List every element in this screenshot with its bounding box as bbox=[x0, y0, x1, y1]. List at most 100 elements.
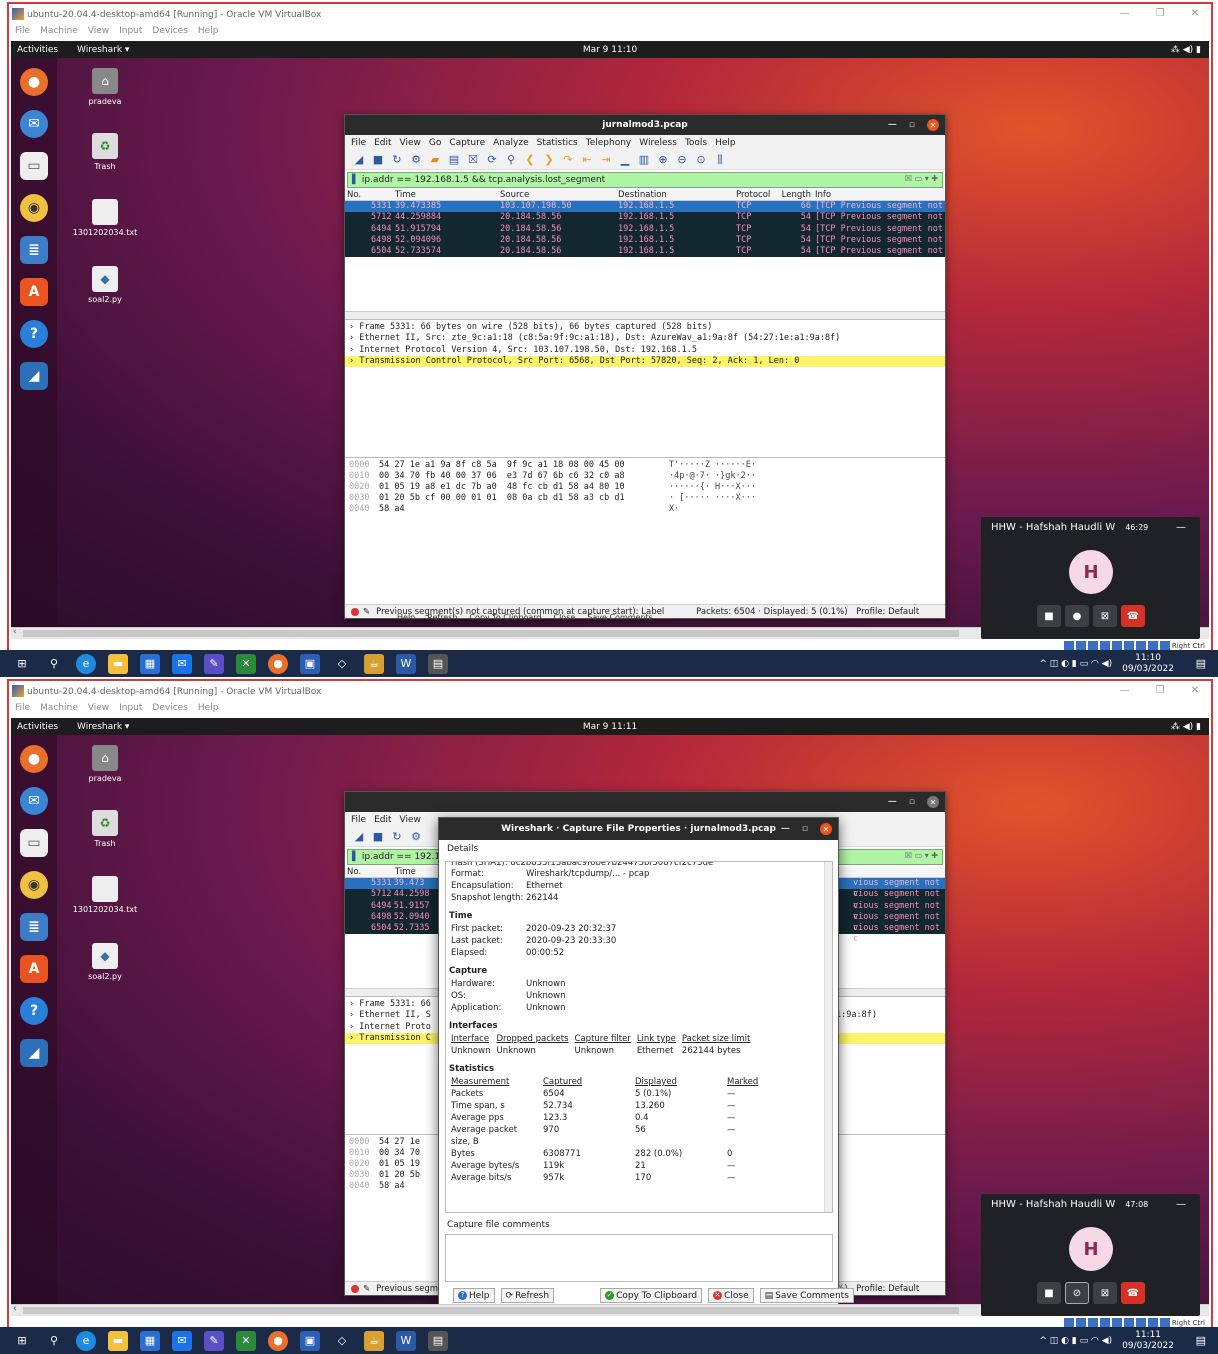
firefox-icon[interactable]: ● bbox=[20, 745, 48, 773]
system-tray[interactable]: ⁂ ◀) ▮ bbox=[1171, 722, 1201, 732]
restore-icon[interactable]: ❐ bbox=[1156, 685, 1165, 696]
maximize-icon[interactable]: ▫ bbox=[909, 797, 915, 807]
desktop-icon-py[interactable]: ◆ soal2.py bbox=[70, 943, 140, 981]
vb-menu-input[interactable]: Input bbox=[119, 703, 142, 718]
vb-menu-devices[interactable]: Devices bbox=[152, 703, 187, 718]
goto-packet-icon[interactable]: ↷ bbox=[560, 152, 576, 168]
minimize-icon[interactable]: — bbox=[888, 120, 897, 130]
zoom-in-icon[interactable]: ⊕ bbox=[655, 152, 671, 168]
hangup-icon[interactable]: ☎ bbox=[1121, 605, 1145, 627]
refresh-button[interactable]: ⟳ Refresh bbox=[500, 1288, 555, 1303]
colorize-icon[interactable]: ▥ bbox=[636, 152, 652, 168]
close-icon[interactable]: ✕ bbox=[1191, 685, 1199, 696]
open-file-icon[interactable]: ▰ bbox=[427, 152, 443, 168]
col-info[interactable]: Info bbox=[811, 190, 945, 200]
topbar-clock[interactable]: Mar 9 11:11 bbox=[11, 722, 1209, 732]
hex-bytes[interactable]: 58 a4 bbox=[379, 1181, 405, 1192]
hex-bytes[interactable]: 54 27 1e bbox=[379, 1137, 420, 1148]
vpn-icon[interactable]: ◇ bbox=[332, 654, 352, 674]
vb-menu-machine[interactable]: Machine bbox=[40, 703, 78, 718]
calculator-icon[interactable]: ▤ bbox=[428, 653, 448, 674]
hex-bytes[interactable]: 00 34 70 fb 40 00 37 06 e3 7d 67 6b c6 3… bbox=[379, 471, 669, 482]
menu-statistics[interactable]: Statistics bbox=[537, 138, 578, 148]
scroll-left-icon[interactable]: ‹ bbox=[13, 627, 17, 637]
wireshark-dock-icon[interactable]: ◢ bbox=[20, 362, 48, 390]
vb-menu-input[interactable]: Input bbox=[119, 26, 142, 41]
hex-bytes[interactable]: 01 05 19 a8 e1 dc 7b a0 48 fc cb d1 58 a… bbox=[379, 482, 669, 493]
desktop-icon-pradeva[interactable]: ⌂ pradeva bbox=[70, 745, 140, 783]
close-icon[interactable]: ✕ bbox=[927, 119, 939, 131]
virtualbox-taskbar-icon[interactable]: ▣ bbox=[300, 1330, 320, 1351]
java-icon[interactable]: ☕ bbox=[364, 653, 384, 674]
minimize-icon[interactable]: — bbox=[1120, 8, 1130, 19]
first-packet-icon[interactable]: ⇤ bbox=[579, 152, 595, 168]
start-capture-icon[interactable]: ◢ bbox=[351, 152, 367, 168]
vb-menu-view[interactable]: View bbox=[88, 703, 109, 718]
firefox-taskbar-icon[interactable]: ● bbox=[268, 653, 288, 674]
vb-menu-view[interactable]: View bbox=[88, 26, 109, 41]
xbox-icon[interactable]: ✕ bbox=[236, 1330, 256, 1351]
close-button[interactable]: ✕ Close bbox=[708, 1288, 754, 1303]
software-icon[interactable]: A bbox=[20, 278, 48, 306]
packet-row[interactable]: 5331 39.473385 103.107.198.50 192.168.1.5 TC… bbox=[345, 201, 945, 213]
comments-textarea[interactable] bbox=[445, 1234, 833, 1282]
edge-icon[interactable]: e bbox=[76, 653, 96, 674]
details-textbox[interactable]: Hash (SHA1): 8c2b833f13abac9f6be7b24475b… bbox=[445, 861, 833, 1213]
scroll-thumb[interactable] bbox=[23, 630, 959, 637]
menu-view[interactable]: View bbox=[400, 138, 421, 148]
java-icon[interactable]: ☕ bbox=[364, 1330, 384, 1351]
resize-columns-icon[interactable]: ⫼ bbox=[712, 152, 728, 168]
edit-comment-icon[interactable]: ✎ bbox=[363, 607, 370, 617]
minimize-icon[interactable]: — bbox=[888, 797, 897, 807]
tray-icons[interactable]: ^ ◫ ◐ ▮ ▭ ◠ ◀) bbox=[1039, 1336, 1112, 1346]
detail-row[interactable]: › Transmission Control Protocol, Src Por… bbox=[345, 355, 945, 368]
rhythmbox-icon[interactable]: ◉ bbox=[20, 194, 48, 222]
meet-minimize-icon[interactable]: — bbox=[1176, 1199, 1186, 1210]
col-no[interactable]: No. bbox=[345, 190, 395, 200]
thunderbird-icon[interactable]: ✉ bbox=[20, 787, 48, 815]
virtualbox-taskbar-icon[interactable]: ▣ bbox=[300, 653, 320, 674]
hex-bytes[interactable]: 00 34 70 bbox=[379, 1148, 420, 1159]
zoom-normal-icon[interactable]: ⊙ bbox=[693, 152, 709, 168]
hex-bytes[interactable]: 58 a4 bbox=[379, 504, 669, 515]
hex-ascii[interactable]: X· bbox=[669, 504, 789, 515]
hex-bytes[interactable]: 01 05 19 bbox=[379, 1159, 420, 1170]
menu-view[interactable]: View bbox=[400, 815, 421, 825]
help-icon[interactable]: ? bbox=[20, 320, 48, 348]
save-file-icon[interactable]: ▤ bbox=[446, 152, 462, 168]
menu-wireless[interactable]: Wireless bbox=[639, 138, 677, 148]
restart-capture-icon[interactable]: ↻ bbox=[389, 152, 405, 168]
desktop-icon-pradeva[interactable]: ⌂ pradeva bbox=[70, 68, 140, 106]
restart-capture-icon[interactable]: ↻ bbox=[389, 829, 405, 845]
start-icon[interactable]: ⊞ bbox=[12, 1331, 32, 1351]
help-button[interactable]: ? Help bbox=[453, 1288, 495, 1303]
packet-row[interactable]: 5712 44.259884 20.184.58.56 192.168.1.5 TCP 5… bbox=[345, 212, 945, 224]
windows-clock[interactable]: 11:10 09/03/2022 bbox=[1122, 653, 1174, 675]
packet-row[interactable]: 6494 51.915794 20.184.58.56 192.168.1.5 TCP 5… bbox=[345, 223, 945, 235]
packet-row[interactable]: 6498 52.094096 20.184.58.56 192.168.1.5 TCP 5… bbox=[345, 234, 945, 247]
scroll-left-icon[interactable]: ‹ bbox=[13, 1304, 17, 1314]
minimize-icon[interactable]: — bbox=[1120, 685, 1130, 696]
menu-help[interactable]: Help bbox=[715, 138, 736, 148]
col-protocol[interactable]: Protocol bbox=[736, 190, 771, 200]
topbar-clock[interactable]: Mar 9 11:10 bbox=[11, 45, 1209, 55]
pen-icon[interactable]: ✎ bbox=[204, 1330, 224, 1351]
calculator-icon[interactable]: ▤ bbox=[428, 1330, 448, 1351]
desktop-icon-py[interactable]: ◆ soal2.py bbox=[70, 266, 140, 304]
xbox-icon[interactable]: ✕ bbox=[236, 653, 256, 674]
col-destination[interactable]: Destination bbox=[618, 190, 736, 200]
mic-icon[interactable]: ● bbox=[1065, 605, 1089, 627]
desktop-icon-trash[interactable]: ♻ Trash bbox=[70, 810, 140, 848]
detail-row[interactable]: › Frame 5331: 66 bytes on wire (528 bits… bbox=[345, 322, 945, 333]
software-icon[interactable]: A bbox=[20, 955, 48, 983]
hangup-icon[interactable]: ☎ bbox=[1121, 1282, 1145, 1304]
autoscroll-icon[interactable]: ▁ bbox=[617, 152, 633, 168]
windows-clock[interactable]: 11:11 09/03/2022 bbox=[1122, 1330, 1174, 1352]
col-length[interactable]: Length bbox=[771, 190, 811, 200]
close-file-icon[interactable]: ☒ bbox=[465, 152, 481, 168]
rhythmbox-icon[interactable]: ◉ bbox=[20, 871, 48, 899]
copy-to-clipboard-button[interactable]: ✓ Copy To Clipboard bbox=[600, 1288, 703, 1303]
hex-bytes[interactable]: 01 20 5b cf 00 00 01 01 08 0a cb d1 58 a… bbox=[379, 493, 669, 504]
writer-icon[interactable]: ≣ bbox=[20, 236, 48, 264]
present-icon[interactable]: ⊠ bbox=[1093, 605, 1117, 627]
